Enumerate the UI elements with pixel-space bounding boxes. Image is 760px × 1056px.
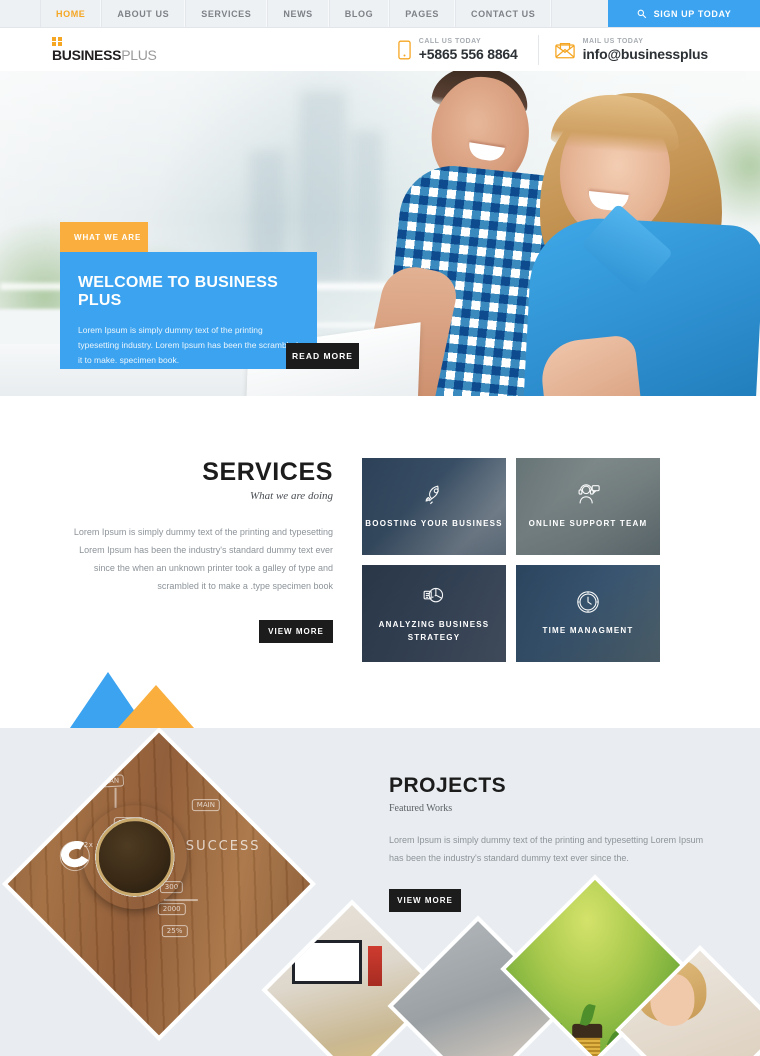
contact-mail-label: MAIL US TODAY	[582, 37, 644, 45]
mail-icon	[554, 41, 575, 59]
contact-mail-value: info@businessplus	[582, 45, 709, 62]
pie-chart-icon	[421, 583, 447, 614]
sign-up-button[interactable]: SIGN UP TODAY	[608, 0, 760, 27]
nav-item-blog[interactable]: BLOG	[328, 0, 390, 27]
contact-phone-texts: CALL US TODAY +5865 556 8864	[419, 38, 518, 62]
chalk-connector	[115, 787, 117, 808]
services-title: SERVICES	[202, 458, 333, 486]
hero-tag: WHAT WE ARE	[60, 222, 148, 252]
logo-text: BUSINESSPLUS	[52, 48, 157, 62]
top-navigation-bar: HOME ABOUT US SERVICES NEWS BLOG PAGES C…	[0, 0, 760, 28]
service-card-online-support-team[interactable]: ONLINE SUPPORT TEAM	[516, 458, 660, 555]
small-plant	[270, 956, 282, 968]
logo-secondary: PLUS	[121, 47, 157, 64]
projects-title: PROJECTS	[389, 774, 507, 797]
hero-caption-box: WELCOME TO BUSINESS PLUS Lorem Ipsum is …	[60, 252, 317, 369]
projects-body: Lorem Ipsum is simply dummy text of the …	[389, 835, 704, 863]
search-icon	[637, 9, 647, 19]
services-section: SERVICES What we are doing Lorem Ipsum i…	[0, 396, 760, 728]
contact-mail-texts: MAIL US TODAY info@businessplus	[582, 37, 709, 62]
phone-icon	[398, 40, 411, 60]
headset-support-icon	[575, 482, 601, 513]
card-label: BOOSTING YOUR BUSINESS	[365, 519, 503, 529]
soil-mound	[572, 1023, 603, 1038]
chalk-market-label: MAIN	[191, 798, 220, 811]
nav-item-services[interactable]: SERVICES	[185, 0, 268, 27]
header-contacts: CALL US TODAY +5865 556 8864 MAIL US TOD…	[382, 34, 760, 65]
contact-phone-label: CALL US TODAY	[418, 37, 482, 45]
hero-building-blur	[352, 131, 382, 281]
monitor-screen	[292, 940, 362, 984]
triangle-orange-icon	[118, 685, 194, 728]
dot-grid-icon	[52, 36, 157, 47]
section-divider-triangles	[70, 672, 194, 728]
hero-read-more-button[interactable]: READ MORE	[286, 343, 359, 369]
projects-subtitle: Featured Works	[389, 803, 453, 814]
topbar-spacer	[551, 0, 608, 27]
services-body: Lorem Ipsum is simply dummy text of the …	[73, 527, 333, 591]
coffee-cup	[58, 804, 187, 909]
nav-item-news[interactable]: NEWS	[267, 0, 329, 27]
projects-section: PROJECTS Featured Works Lorem Ipsum is s…	[0, 728, 760, 1056]
coin-stack	[546, 1039, 569, 1056]
contact-phone-value: +5865 556 8864	[418, 45, 518, 62]
red-folder	[368, 946, 382, 986]
chalk-2000-label: 25%	[161, 924, 188, 937]
main-menu: HOME ABOUT US SERVICES NEWS BLOG PAGES C…	[40, 0, 552, 27]
logo[interactable]: BUSINESSPLUS	[52, 36, 157, 62]
nav-item-contact-us[interactable]: CONTACT US	[455, 0, 552, 27]
card-label: ONLINE SUPPORT TEAM	[528, 519, 648, 529]
service-card-boosting-your-business[interactable]: BOOSTING YOUR BUSINESS	[362, 458, 506, 555]
chalk-success-label: SUCCESS	[185, 838, 261, 854]
chalk-300-label: 2000	[157, 902, 186, 915]
coffee-surface	[95, 817, 174, 896]
chalk-plan-label: PLAN	[95, 774, 125, 788]
services-subtitle: What we are doing	[250, 490, 333, 502]
nav-item-pages[interactable]: PAGES	[389, 0, 456, 27]
coin-stack	[606, 1043, 629, 1056]
logo-primary: BUSINESS	[52, 47, 122, 64]
nav-item-about-us[interactable]: ABOUT US	[101, 0, 186, 27]
nav-item-home[interactable]: HOME	[40, 0, 102, 27]
services-inner: SERVICES What we are doing Lorem Ipsum i…	[0, 458, 760, 662]
service-card-analyzing-business-strategy[interactable]: ANALYZING BUSINESS STRATEGY	[362, 565, 506, 662]
service-card-time-managment[interactable]: TIME MANAGMENT	[516, 565, 660, 662]
sign-up-label: SIGN UP TODAY	[653, 8, 732, 19]
sprout-leaf	[552, 1022, 569, 1045]
services-text-column: SERVICES What we are doing Lorem Ipsum i…	[58, 458, 361, 662]
services-card-grid: BOOSTING YOUR BUSINESS ONLINE SUPPORT TE…	[362, 458, 660, 662]
projects-text-column: PROJECTS Featured Works Lorem Ipsum is s…	[389, 774, 709, 912]
card-label: ANALYZING BUSINESS STRATEGY	[378, 620, 490, 642]
contact-phone[interactable]: CALL US TODAY +5865 556 8864	[382, 35, 534, 65]
chalk-box-sketch	[63, 796, 79, 809]
site-header: BUSINESSPLUS CALL US TODAY +5865 556 886…	[0, 28, 760, 71]
services-view-more-button[interactable]: VIEW MORE	[259, 620, 333, 643]
projects-view-more-button[interactable]: VIEW MORE	[389, 889, 461, 912]
hero-description: Lorem Ipsum is simply dummy text of the …	[78, 325, 299, 365]
rocket-icon	[421, 482, 447, 513]
contact-mail[interactable]: MAIL US TODAY info@businessplus	[537, 34, 760, 65]
hero-title: WELCOME TO BUSINESS PLUS	[78, 274, 278, 309]
hero-banner: WHAT WE ARE WELCOME TO BUSINESS PLUS Lor…	[0, 71, 760, 396]
chalk-connector	[163, 898, 198, 901]
card-label: TIME MANAGMENT	[542, 626, 634, 636]
clock-icon	[575, 589, 601, 620]
